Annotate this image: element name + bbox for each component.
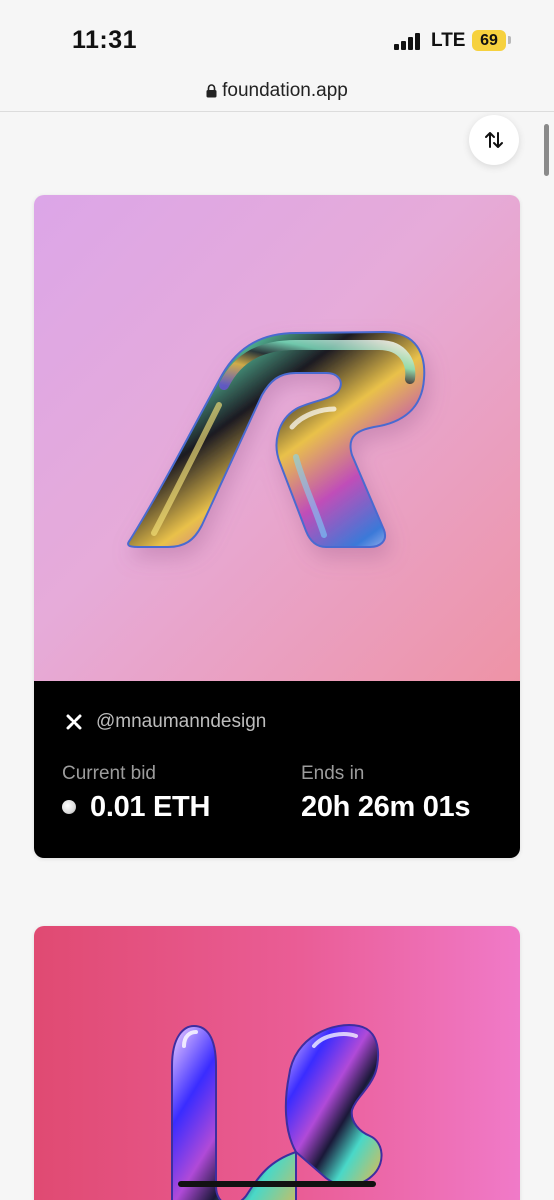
iridescent-letter-sculpture: [171, 1024, 383, 1200]
current-bid-value: 0.01 ETH: [90, 791, 211, 823]
card-info-panel: @mnaumanndesign Current bid 0.01 ETH End…: [34, 681, 520, 858]
current-bid-label: Current bid: [62, 763, 156, 784]
home-indicator[interactable]: [178, 1181, 376, 1187]
ends-in-value: 20h 26m 01s: [301, 791, 471, 823]
network-label: LTE: [431, 30, 466, 51]
artwork-card[interactable]: [34, 926, 520, 1200]
artwork-image[interactable]: [34, 195, 520, 681]
status-time: 11:31: [72, 26, 138, 54]
sort-button[interactable]: [469, 115, 519, 165]
signal-icon: [394, 32, 422, 50]
iridescent-R-sculpture: [127, 330, 426, 548]
eth-icon: [62, 800, 76, 814]
creator-link[interactable]: @mnaumanndesign: [66, 711, 266, 733]
screen: 11:31 LTE 69 foundation.app @mnaumanndes…: [0, 0, 554, 1200]
creator-logo-icon: [66, 714, 82, 730]
status-bar: 11:31 LTE 69: [0, 0, 554, 80]
page-content[interactable]: @mnaumanndesign Current bid 0.01 ETH End…: [0, 112, 554, 1200]
sort-arrows-icon: [485, 132, 503, 148]
artwork-image[interactable]: [34, 926, 520, 1200]
artwork-card[interactable]: @mnaumanndesign Current bid 0.01 ETH End…: [34, 195, 520, 858]
creator-name[interactable]: @mnaumanndesign: [96, 711, 266, 733]
url-bar[interactable]: foundation.app: [0, 80, 554, 110]
ends-in-label: Ends in: [301, 763, 365, 784]
lock-icon: [206, 84, 217, 98]
scrollbar[interactable]: [544, 124, 549, 176]
battery-tip: [508, 36, 511, 44]
url-text: foundation.app: [222, 80, 348, 101]
battery-icon: 69: [472, 30, 506, 51]
